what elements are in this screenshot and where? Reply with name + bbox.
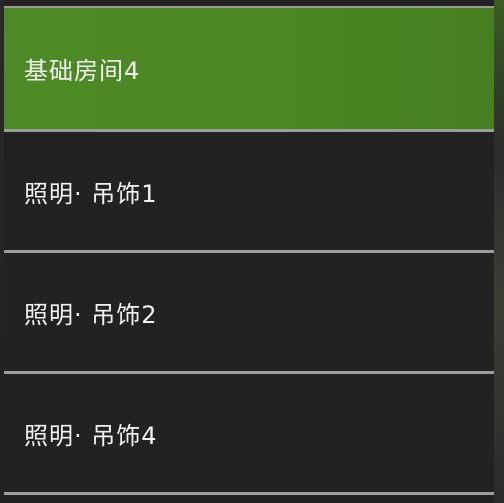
list-item-label: 照明· 吊饰2 [24,300,158,329]
option-list: 基础房间4 照明· 吊饰1 照明· 吊饰2 照明· 吊饰4 [4,0,494,503]
list-item-label: 照明· 吊饰1 [24,179,158,208]
list-item-selected[interactable]: 基础房间4 [4,8,494,129]
list-item[interactable]: 照明· 吊饰4 [4,374,494,492]
screen: 基础房间4 照明· 吊饰1 照明· 吊饰2 照明· 吊饰4 [0,0,504,503]
list-item-label: 照明· 吊饰4 [24,421,158,450]
list-item-label: 基础房间4 [24,57,141,85]
list-bottom-edge [4,495,494,503]
list-top-edge [4,0,494,8]
list-item[interactable]: 照明· 吊饰1 [4,132,494,250]
list-item[interactable]: 照明· 吊饰2 [4,253,494,371]
